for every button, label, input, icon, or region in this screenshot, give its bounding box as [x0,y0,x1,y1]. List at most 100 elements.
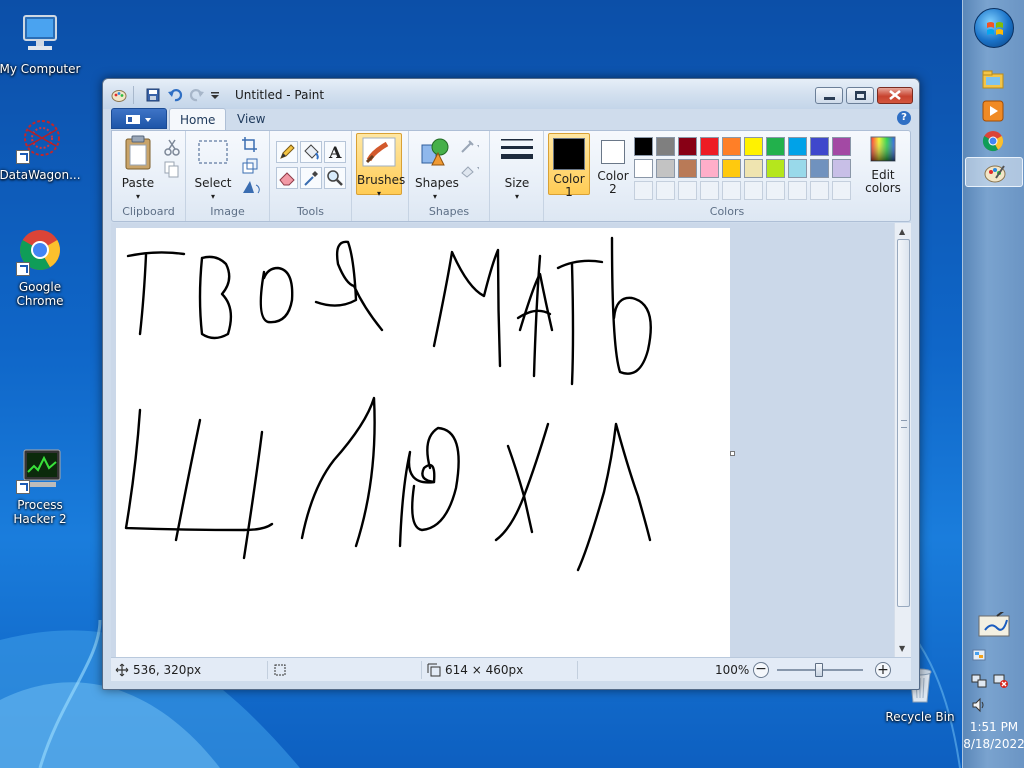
palette-swatch[interactable] [766,159,785,178]
custom-color-slot[interactable] [788,181,807,200]
zoom-out-button[interactable]: − [753,662,769,678]
custom-color-slot[interactable] [700,181,719,200]
palette-swatch[interactable] [832,137,851,156]
desktop-icon-datawagon[interactable]: DataWagon... [0,116,82,182]
volume-icon[interactable] [971,697,987,713]
custom-color-slot[interactable] [832,181,851,200]
drawing-canvas[interactable] [116,228,730,658]
shapes-button[interactable]: Shapes ▾ [415,135,459,203]
tools-group-label: Tools [296,205,325,218]
palette-swatch[interactable] [700,159,719,178]
file-menu-button[interactable] [111,108,167,129]
cut-icon[interactable] [162,137,182,157]
scroll-down-arrow-icon[interactable]: ▼ [899,644,905,653]
minimize-button[interactable] [815,87,843,104]
zoom-slider[interactable] [777,663,863,677]
status-bar: 536, 320px 614 × 460px 100% − + [111,657,911,681]
color1-button[interactable]: Color 1 [548,133,590,199]
zoom-slider-thumb[interactable] [815,663,823,677]
desktop-icon-process-hacker[interactable]: Process Hacker 2 [0,446,82,526]
crop-icon[interactable] [240,135,260,155]
color-picker-tool[interactable] [300,167,322,189]
palette-swatch[interactable] [678,137,697,156]
rotate-icon[interactable] [240,177,260,197]
palette-swatch[interactable] [722,159,741,178]
text-tool[interactable]: A [324,141,346,163]
help-button[interactable]: ? [897,111,911,125]
taskbar-explorer-button[interactable] [980,66,1006,92]
clock-time[interactable]: 1:51 PM [963,720,1024,734]
select-button[interactable]: Select ▾ [192,135,234,203]
fill-tool[interactable] [300,141,322,163]
vertical-scroll-thumb[interactable] [897,239,910,607]
shortcut-arrow-icon [16,480,30,494]
palette-swatch[interactable] [700,137,719,156]
brushes-group: Brushes ▾ [352,131,408,221]
resize-icon[interactable] [240,156,260,176]
custom-color-slot[interactable] [744,181,763,200]
palette-swatch[interactable] [656,159,675,178]
copy-icon[interactable] [162,159,182,179]
title-bar[interactable]: Untitled - Paint [103,79,919,109]
paste-button[interactable]: Paste ▾ [118,135,158,203]
pencil-tool[interactable] [276,141,298,163]
close-icon [889,90,901,100]
clock-date[interactable]: 8/18/2022 [963,737,1024,751]
taskbar-media-player-button[interactable] [980,98,1006,124]
custom-color-slot[interactable] [766,181,785,200]
custom-color-slot[interactable] [656,181,675,200]
maximize-button[interactable] [846,87,874,104]
color2-button[interactable]: Color 2 [594,133,632,196]
fill-icon[interactable] [459,159,479,179]
zoom-in-button[interactable]: + [875,662,891,678]
palette-swatch[interactable] [744,159,763,178]
custom-color-slot[interactable] [678,181,697,200]
edit-colors-button[interactable]: Edit colors [860,135,906,195]
palette-swatch[interactable] [744,137,763,156]
palette-swatch[interactable] [766,137,785,156]
tab-home[interactable]: Home [169,108,227,130]
tab-view[interactable]: View [227,108,275,130]
tray-flag-icon[interactable] [971,648,987,664]
scroll-up-arrow-icon[interactable]: ▲ [899,227,905,236]
brushes-button[interactable]: Brushes ▾ [356,133,405,198]
palette-swatch[interactable] [788,137,807,156]
start-button[interactable] [974,8,1014,48]
palette-swatch[interactable] [788,159,807,178]
custom-color-slot[interactable] [634,181,653,200]
customize-qat-icon[interactable] [209,87,225,103]
undo-icon[interactable] [167,87,183,103]
custom-color-slot[interactable] [722,181,741,200]
palette-swatch[interactable] [656,137,675,156]
paint-icon [984,165,1006,183]
palette-swatch[interactable] [722,137,741,156]
desktop-icon-my-computer[interactable]: My Computer [0,10,82,76]
taskbar: 1:51 PM 8/18/2022 [962,0,1024,768]
close-button[interactable] [877,87,913,104]
canvas-workspace: ▲ ▼ [111,223,911,658]
network-icon[interactable] [971,673,987,689]
canvas-resize-handle[interactable] [730,451,735,456]
network-error-icon[interactable] [993,673,1009,689]
vertical-scrollbar[interactable]: ▲ ▼ [894,223,911,657]
eraser-tool[interactable] [276,167,298,189]
desktop-icon-google-chrome[interactable]: Google Chrome [0,228,82,308]
palette-swatch[interactable] [810,137,829,156]
palette-swatch[interactable] [810,159,829,178]
size-button[interactable]: Size ▾ [496,135,538,203]
palette-swatch[interactable] [634,137,653,156]
palette-swatch[interactable] [678,159,697,178]
custom-color-slot[interactable] [810,181,829,200]
taskbar-paint-button[interactable] [965,157,1023,187]
magnifier-tool[interactable] [324,167,346,189]
palette-swatch[interactable] [832,159,851,178]
outline-icon[interactable] [459,137,479,157]
paint-app-icon[interactable] [111,87,127,103]
size-label: Size [504,176,530,190]
action-center-icon[interactable] [977,609,1011,640]
taskbar-chrome-button[interactable] [980,128,1006,154]
redo-icon[interactable] [189,87,205,103]
palette-swatch[interactable] [634,159,653,178]
save-icon[interactable] [145,87,161,103]
color2-swatch [601,140,625,164]
